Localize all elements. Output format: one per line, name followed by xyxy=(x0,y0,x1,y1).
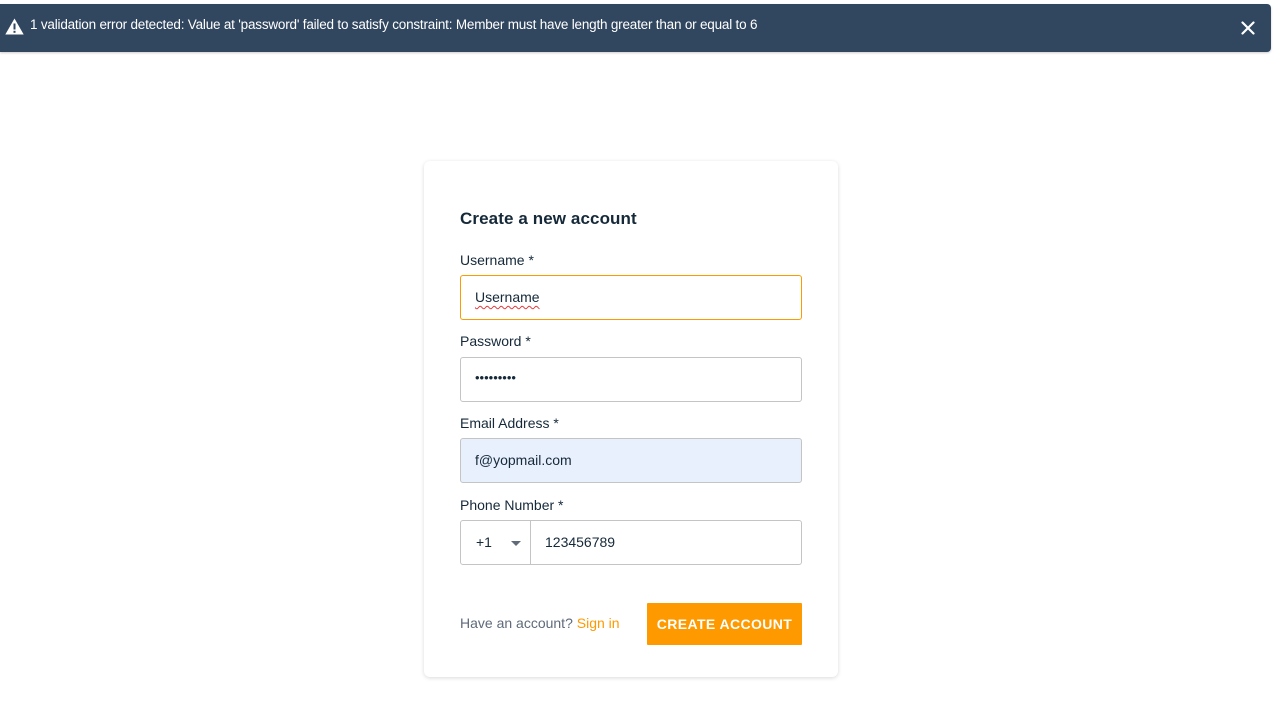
close-alert-button[interactable] xyxy=(1237,17,1259,39)
username-input[interactable]: Username xyxy=(460,275,802,320)
signin-prompt: Have an account? Sign in xyxy=(460,615,620,631)
email-label: Email Address * xyxy=(460,415,559,431)
error-alert-banner: 1 validation error detected: Value at 'p… xyxy=(0,4,1271,52)
phone-number-input[interactable]: 123456789 xyxy=(531,521,801,564)
close-icon xyxy=(1241,21,1255,35)
email-value: f@yopmail.com xyxy=(475,452,572,468)
password-input[interactable]: ••••••••• xyxy=(460,357,802,402)
dial-code-select[interactable]: +1 xyxy=(461,521,531,564)
alert-message: 1 validation error detected: Value at 'p… xyxy=(30,17,758,32)
signup-card: Create a new account Username * Username… xyxy=(424,161,838,677)
username-value: Username xyxy=(475,289,540,305)
create-account-button[interactable]: CREATE ACCOUNT xyxy=(647,603,802,645)
signin-prompt-text: Have an account? xyxy=(460,615,573,631)
password-label: Password * xyxy=(460,333,531,349)
signin-link[interactable]: Sign in xyxy=(577,615,620,631)
username-label: Username * xyxy=(460,252,534,268)
chevron-down-icon xyxy=(511,541,521,546)
phone-number-value: 123456789 xyxy=(545,534,616,550)
dial-code-value: +1 xyxy=(476,534,492,550)
phone-label: Phone Number * xyxy=(460,497,564,513)
email-input[interactable]: f@yopmail.com xyxy=(460,438,802,483)
warning-icon xyxy=(5,18,24,35)
phone-field: +1 123456789 xyxy=(460,520,802,565)
password-value: ••••••••• xyxy=(475,370,516,385)
page-title: Create a new account xyxy=(460,209,637,228)
